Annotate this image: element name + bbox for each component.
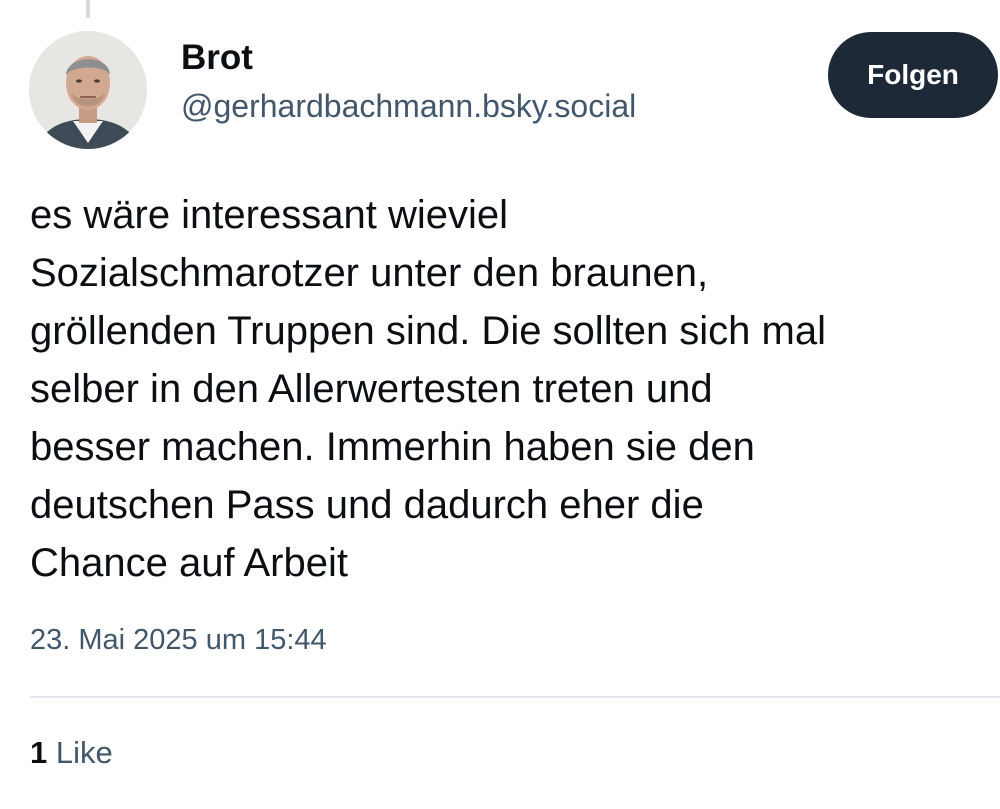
post-text-line: Chance auf Arbeit [30, 541, 348, 585]
post-text-line: deutschen Pass und dadurch eher die [30, 483, 704, 527]
avatar[interactable] [29, 31, 147, 149]
author-handle[interactable]: @gerhardbachmann.bsky.social [181, 88, 636, 125]
like-label: Like [55, 735, 113, 770]
post-text-line: Sozialschmarotzer unter den braunen, [30, 251, 709, 295]
profile-photo-icon [29, 31, 147, 149]
divider [30, 696, 1000, 698]
thread-connector-line [86, 0, 90, 18]
author-display-name[interactable]: Brot [181, 38, 253, 78]
post-text-line: es wäre interessant wieviel [30, 193, 508, 237]
like-count: 1 [30, 735, 48, 770]
post-text-line: gröllenden Truppen sind. Die sollten sic… [30, 309, 826, 353]
post-text-line: selber in den Allerwertesten treten und [30, 367, 713, 411]
post-text-line: besser machen. Immerhin haben sie den [30, 425, 755, 469]
post-timestamp[interactable]: 23. Mai 2025 um 15:44 [30, 624, 327, 657]
post-text: es wäre interessant wieviel Sozialschmar… [30, 186, 990, 592]
like-count-link[interactable]: 1 Like [30, 735, 113, 771]
follow-button[interactable]: Folgen [828, 32, 998, 118]
